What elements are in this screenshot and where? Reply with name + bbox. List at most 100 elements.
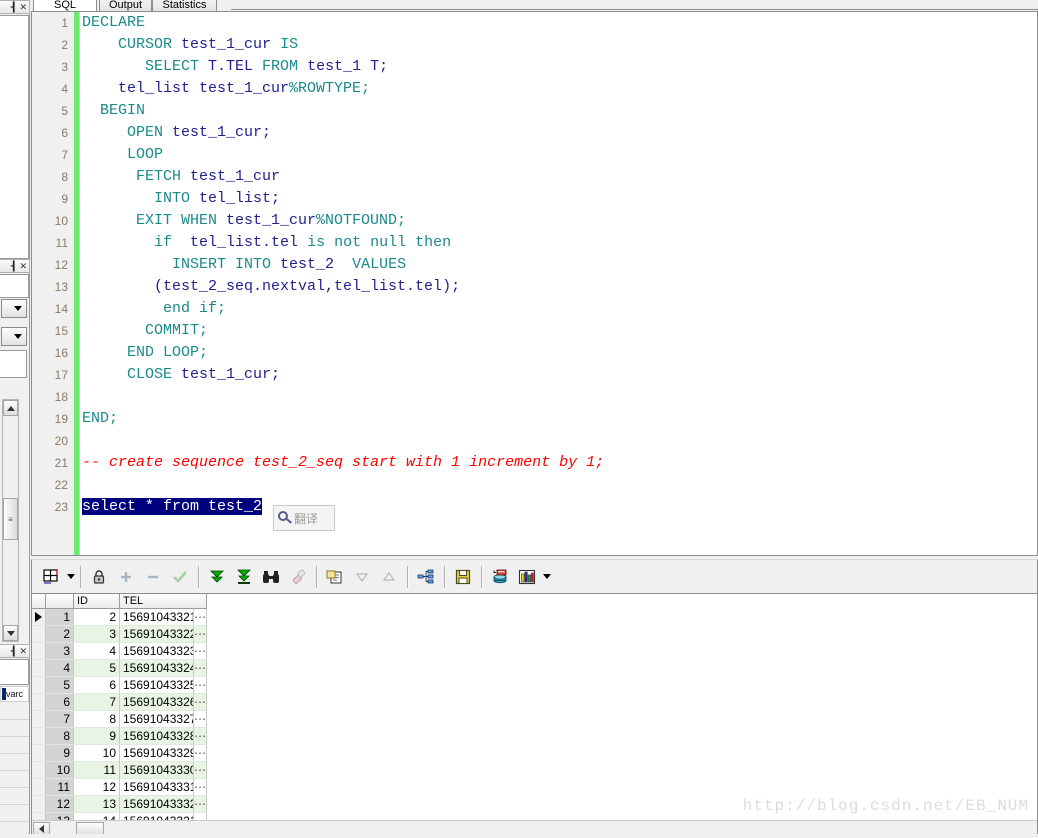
table-row[interactable]: 9 10 15691043329 ⋯ xyxy=(32,745,207,762)
row-indicator-cell[interactable] xyxy=(32,694,46,711)
code-line[interactable]: 7 LOOP xyxy=(32,144,1037,166)
fetch-last-page-button[interactable] xyxy=(231,564,257,590)
row-number-cell[interactable]: 12 xyxy=(46,796,74,813)
export-data-button[interactable] xyxy=(487,564,513,590)
table-row[interactable]: 4 5 15691043324 ⋯ xyxy=(32,660,207,677)
row-indicator-cell[interactable] xyxy=(32,643,46,660)
row-indicator-cell[interactable] xyxy=(32,626,46,643)
close-icon[interactable]: ✕ xyxy=(19,2,27,13)
scroll-up-button[interactable] xyxy=(3,400,18,416)
pin-icon[interactable]: ┨ xyxy=(11,2,16,13)
row-number-cell[interactable]: 8 xyxy=(46,728,74,745)
list-item[interactable] xyxy=(0,771,29,788)
cell-overflow-marker[interactable]: ⋯ xyxy=(194,643,207,660)
list-item[interactable] xyxy=(0,720,29,737)
cell-tel[interactable]: 15691043330 xyxy=(120,762,194,779)
row-indicator-cell[interactable] xyxy=(32,677,46,694)
cell-overflow-marker[interactable]: ⋯ xyxy=(194,779,207,796)
cell-tel[interactable]: 15691043321 xyxy=(120,609,194,626)
cell-tel[interactable]: 15691043329 xyxy=(120,745,194,762)
code-line[interactable]: 10 EXIT WHEN test_1_cur%NOTFOUND; xyxy=(32,210,1037,232)
cell-tel[interactable]: 15691043325 xyxy=(120,677,194,694)
row-indicator-cell[interactable] xyxy=(32,779,46,796)
row-number-cell[interactable]: 3 xyxy=(46,643,74,660)
code-line[interactable]: 14 end if; xyxy=(32,298,1037,320)
cell-overflow-marker[interactable]: ⋯ xyxy=(194,660,207,677)
scroll-down-button[interactable] xyxy=(3,625,18,641)
row-number-cell[interactable]: 10 xyxy=(46,762,74,779)
list-item[interactable] xyxy=(0,788,29,805)
left-panel-1-caption[interactable]: ┨ ✕ xyxy=(0,0,30,14)
cell-tel[interactable]: 15691043327 xyxy=(120,711,194,728)
row-indicator-cell[interactable] xyxy=(32,660,46,677)
copy-to-clipboard-button[interactable] xyxy=(322,564,348,590)
left-panel-combo-2[interactable] xyxy=(1,327,27,346)
left-panel-combo-1[interactable] xyxy=(1,299,27,318)
row-number-cell[interactable]: 7 xyxy=(46,711,74,728)
row-number-cell[interactable]: 6 xyxy=(46,694,74,711)
code-line[interactable]: 22 xyxy=(32,474,1037,496)
scrollbar-thumb[interactable]: ≡ xyxy=(3,498,18,540)
code-line[interactable]: 21 -- create sequence test_2_seq start wi… xyxy=(32,452,1037,474)
cell-overflow-marker[interactable]: ⋯ xyxy=(194,609,207,626)
sql-editor-pane[interactable]: 1 DECLARE 2 CURSOR test_1_cur IS 3 SELECT T… xyxy=(31,11,1038,556)
row-number-cell[interactable]: 11 xyxy=(46,779,74,796)
tab-statistics[interactable]: Statistics xyxy=(152,0,217,11)
row-indicator-cell[interactable] xyxy=(32,609,46,626)
pin-icon[interactable]: ┨ xyxy=(11,646,16,657)
row-number-cell[interactable]: 4 xyxy=(46,660,74,677)
cell-tel[interactable]: 15691043326 xyxy=(120,694,194,711)
row-indicator-cell[interactable] xyxy=(32,745,46,762)
row-number-cell[interactable]: 2 xyxy=(46,626,74,643)
code-line[interactable]: 23 select * from test_2 xyxy=(32,496,1037,518)
row-number-cell[interactable]: 9 xyxy=(46,745,74,762)
cell-overflow-marker[interactable]: ⋯ xyxy=(194,626,207,643)
code-line[interactable]: 2 CURSOR test_1_cur IS xyxy=(32,34,1037,56)
code-line[interactable]: 20 xyxy=(32,430,1037,452)
list-item[interactable] xyxy=(0,805,29,822)
table-row[interactable]: 2 3 15691043322 ⋯ xyxy=(32,626,207,643)
code-line[interactable]: 9 INTO tel_list; xyxy=(32,188,1037,210)
cell-id[interactable]: 4 xyxy=(74,643,120,660)
cell-tel[interactable]: 15691043331 xyxy=(120,779,194,796)
save-button[interactable] xyxy=(450,564,476,590)
cell-tel[interactable]: 15691043324 xyxy=(120,660,194,677)
grid-layout-button[interactable] xyxy=(38,564,64,590)
code-line[interactable]: 13 (test_2_seq.nextval,tel_list.tel); xyxy=(32,276,1037,298)
cell-overflow-marker[interactable]: ⋯ xyxy=(194,711,207,728)
chart-dropdown[interactable] xyxy=(541,564,552,590)
code-line[interactable]: 17 CLOSE test_1_cur; xyxy=(32,364,1037,386)
table-row[interactable]: 7 8 15691043327 ⋯ xyxy=(32,711,207,728)
fetch-next-page-button[interactable] xyxy=(204,564,230,590)
cell-id[interactable]: 2 xyxy=(74,609,120,626)
cell-id[interactable]: 12 xyxy=(74,779,120,796)
list-item[interactable] xyxy=(0,754,29,771)
cell-id[interactable]: 13 xyxy=(74,796,120,813)
lock-record-button[interactable] xyxy=(86,564,112,590)
code-line[interactable]: 1 DECLARE xyxy=(32,12,1037,34)
tab-output[interactable]: Output xyxy=(99,0,152,11)
row-number-cell[interactable]: 5 xyxy=(46,677,74,694)
chart-button[interactable] xyxy=(514,564,540,590)
code-line[interactable]: 6 OPEN test_1_cur; xyxy=(32,122,1037,144)
code-line[interactable]: 8 FETCH test_1_cur xyxy=(32,166,1037,188)
cell-tel[interactable]: 15691043332 xyxy=(120,796,194,813)
cell-overflow-marker[interactable]: ⋯ xyxy=(194,677,207,694)
row-indicator-cell[interactable] xyxy=(32,796,46,813)
cell-id[interactable]: 7 xyxy=(74,694,120,711)
cell-tel[interactable]: 15691043323 xyxy=(120,643,194,660)
table-row[interactable]: 12 13 15691043332 ⋯ xyxy=(32,796,207,813)
table-row[interactable]: 10 11 15691043330 ⋯ xyxy=(32,762,207,779)
list-item[interactable] xyxy=(0,737,29,754)
cell-id[interactable]: 8 xyxy=(74,711,120,728)
results-grid[interactable]: ID TEL 1 2 15691043321 ⋯ 2 3 15691043322 ⋯ 3 4 156… xyxy=(31,593,1038,838)
grid-layout-dropdown[interactable] xyxy=(65,564,76,590)
left-panel-row-list[interactable] xyxy=(0,703,29,838)
cell-id[interactable]: 3 xyxy=(74,626,120,643)
cell-id[interactable]: 5 xyxy=(74,660,120,677)
list-item[interactable] xyxy=(0,703,29,720)
cell-overflow-marker[interactable]: ⋯ xyxy=(194,728,207,745)
code-line[interactable]: 4 tel_list test_1_cur%ROWTYPE; xyxy=(32,78,1037,100)
query-builder-button[interactable] xyxy=(413,564,439,590)
code-line[interactable]: 3 SELECT T.TEL FROM test_1 T; xyxy=(32,56,1037,78)
